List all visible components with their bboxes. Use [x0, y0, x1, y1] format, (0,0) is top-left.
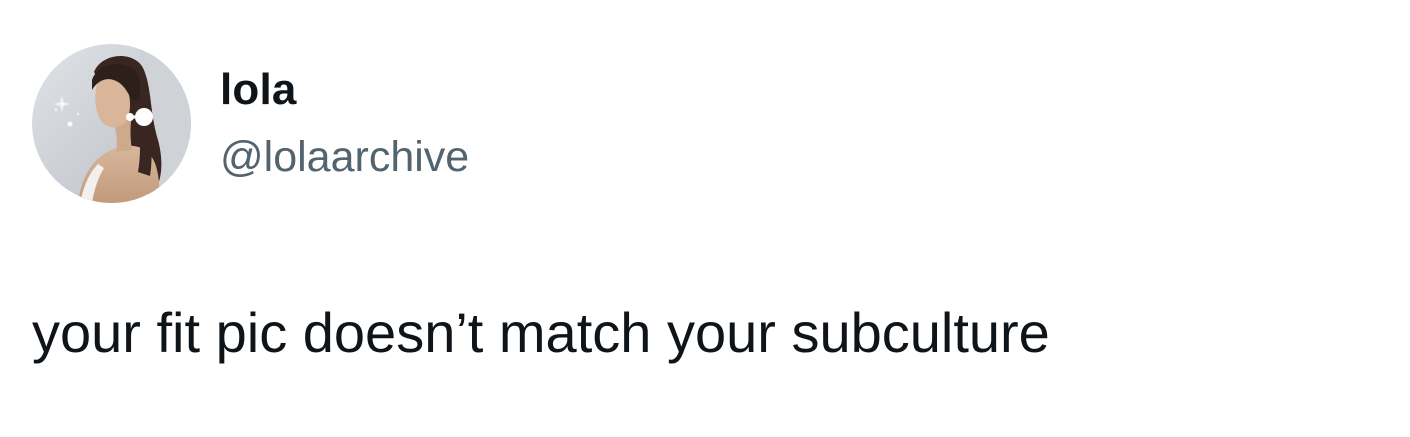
display-name[interactable]: lola: [220, 62, 469, 118]
user-block: lola @lolaarchive: [220, 62, 469, 183]
user-handle[interactable]: @lolaarchive: [220, 131, 469, 183]
profile-photo-icon: [32, 44, 191, 203]
avatar[interactable]: [32, 44, 191, 203]
tweet-text: your fit pic doesn’t match your subcultu…: [32, 301, 1050, 364]
tweet-card: lola @lolaarchive your fit pic doesn’t m…: [0, 0, 1410, 437]
